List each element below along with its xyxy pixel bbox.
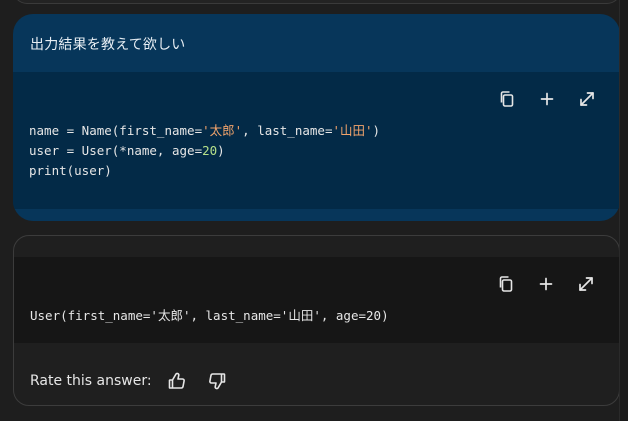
plus-icon	[540, 92, 554, 106]
expand-icon	[579, 277, 593, 291]
answer-code-block: User(first_name='太郎', last_name='山田', ag…	[14, 257, 619, 343]
code-line-2: user = User(*name, age=20)	[29, 143, 225, 158]
user-code: name = Name(first_name='太郎', last_name='…	[29, 121, 380, 181]
answer-code: User(first_name='太郎', last_name='山田', ag…	[30, 308, 389, 323]
code-line-3: print(user)	[29, 163, 112, 178]
expand-button[interactable]	[576, 274, 596, 294]
expand-icon	[580, 92, 594, 106]
insert-button[interactable]	[536, 274, 556, 294]
code-toolbar	[497, 89, 597, 109]
thumbs-down-button[interactable]	[206, 370, 228, 392]
code-toolbar	[496, 274, 596, 294]
answer-card: User(first_name='太郎', last_name='山田', ag…	[13, 235, 620, 406]
previous-message-card	[13, 0, 621, 4]
number-literal: 20	[202, 143, 218, 158]
chat-page: 出力結果を教えて欲しい name = Name(first_name='太郎',…	[0, 0, 628, 421]
string-literal: '太郎'	[150, 308, 191, 323]
user-message-card: 出力結果を教えて欲しい name = Name(first_name='太郎',…	[13, 14, 620, 221]
expand-button[interactable]	[577, 89, 597, 109]
copy-button[interactable]	[496, 274, 516, 294]
string-literal: '太郎'	[202, 123, 243, 138]
copy-icon	[499, 276, 513, 292]
thumbs-up-icon	[168, 372, 185, 389]
string-literal: '山田'	[280, 308, 321, 323]
insert-button[interactable]	[537, 89, 557, 109]
rating-row: Rate this answer:	[30, 370, 246, 392]
code-line-1: name = Name(first_name='太郎', last_name='…	[29, 123, 381, 138]
plus-icon	[539, 277, 553, 291]
rate-label: Rate this answer:	[30, 373, 152, 389]
copy-button[interactable]	[497, 89, 517, 109]
user-code-block: name = Name(first_name='太郎', last_name='…	[13, 72, 620, 209]
user-prompt-text: 出力結果を教えて欲しい	[30, 37, 186, 53]
copy-icon	[500, 91, 514, 107]
scrollbar-track[interactable]	[619, 0, 628, 421]
thumbs-down-icon	[208, 373, 225, 390]
thumbs-up-button[interactable]	[166, 370, 188, 392]
string-literal: '山田'	[332, 123, 373, 138]
